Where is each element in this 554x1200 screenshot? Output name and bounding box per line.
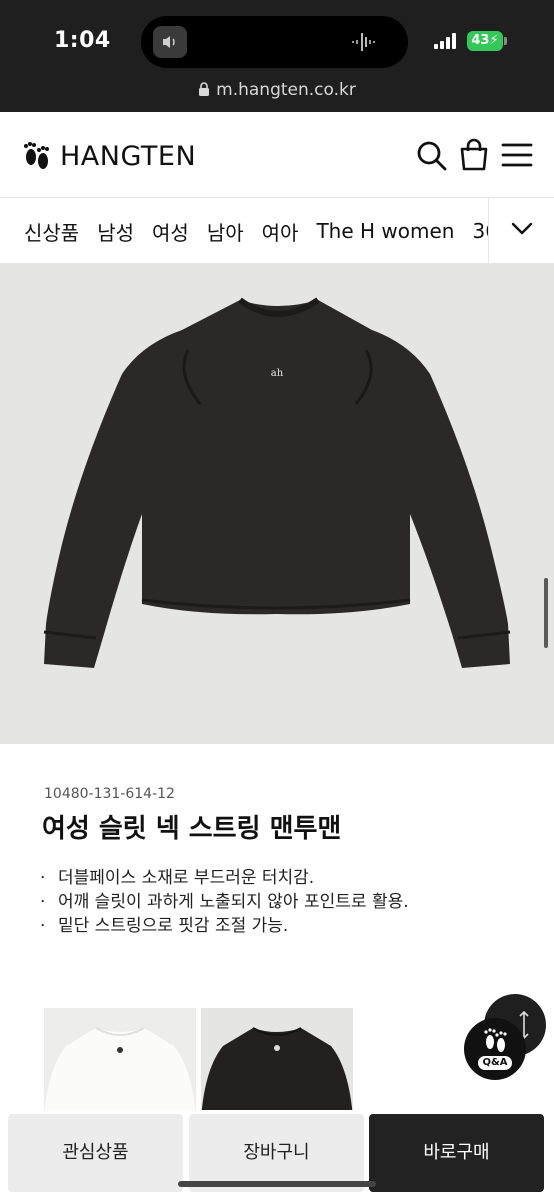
- qa-label: Q&A: [478, 1056, 512, 1070]
- bullet: ·: [40, 868, 46, 888]
- feature-item: · 어깨 슬릿이 과하게 노출되지 않아 포인트로 활용.: [40, 892, 409, 912]
- bullet: ·: [40, 892, 46, 912]
- speaker-icon: [153, 26, 187, 58]
- product-main-image[interactable]: ah: [0, 264, 554, 744]
- url-text: m.hangten.co.kr: [216, 80, 356, 100]
- category-the-h-women[interactable]: The H women: [316, 219, 454, 243]
- signal-icon: [434, 33, 456, 49]
- category-nav: 신상품 남성 여성 남아 여아 The H women 36: [0, 198, 554, 264]
- ivory-sweatshirt-image: [44, 1027, 196, 1118]
- battery-tip: [504, 37, 507, 45]
- status-time: 1:04: [54, 28, 111, 53]
- footprints-icon: [24, 142, 49, 169]
- feature-item: · 밑단 스트링으로 핏감 조절 가능.: [40, 916, 289, 936]
- logo-text: HANGTEN: [60, 140, 197, 172]
- lock-icon: [199, 82, 210, 96]
- color-thumbnail-black[interactable]: [201, 1008, 353, 1118]
- scrollbar-thumb[interactable]: [544, 578, 548, 648]
- category-boys[interactable]: 남아: [207, 217, 244, 246]
- sweatshirt-image: ah: [43, 297, 511, 668]
- shopping-bag-icon[interactable]: [457, 138, 491, 172]
- bullet: ·: [40, 916, 46, 936]
- dynamic-island: [141, 16, 408, 68]
- battery-indicator: 43⚡: [467, 31, 503, 51]
- product-features: · 더블페이스 소재로 부드러운 터치감. · 어깨 슬릿이 과하게 노출되지 않아…: [40, 866, 409, 938]
- wishlist-button[interactable]: 관심상품: [8, 1114, 183, 1192]
- color-thumbnail-ivory[interactable]: [44, 1008, 196, 1118]
- site-header: HANGTEN: [0, 112, 554, 198]
- qa-button[interactable]: Q&A: [464, 1018, 526, 1080]
- chevron-down-icon: [511, 222, 533, 235]
- feature-item: · 더블페이스 소재로 부드러운 터치감.: [40, 868, 315, 888]
- status-bar: 1:04 43⚡ m.hangten.co.kr: [0, 0, 554, 112]
- product-code: 10480-131-614-12: [44, 786, 175, 802]
- audio-waveform-icon: [352, 33, 375, 51]
- svg-text:ah: ah: [271, 368, 284, 379]
- url-bar[interactable]: m.hangten.co.kr: [0, 80, 554, 100]
- category-expand-button[interactable]: [488, 198, 554, 263]
- buy-now-button[interactable]: 바로구매: [369, 1114, 544, 1192]
- category-girls[interactable]: 여아: [262, 217, 299, 246]
- category-women[interactable]: 여성: [152, 217, 189, 246]
- category-men[interactable]: 남성: [97, 217, 134, 246]
- category-new[interactable]: 신상품: [24, 217, 79, 246]
- footprints-icon: [484, 1028, 507, 1052]
- hangten-logo[interactable]: HANGTEN: [22, 140, 196, 172]
- menu-icon[interactable]: [500, 138, 534, 172]
- product-title: 여성 슬릿 넥 스트링 맨투맨: [42, 814, 342, 844]
- search-icon[interactable]: [414, 138, 448, 172]
- black-sweatshirt-image: [201, 1027, 353, 1118]
- home-indicator[interactable]: [178, 1181, 376, 1187]
